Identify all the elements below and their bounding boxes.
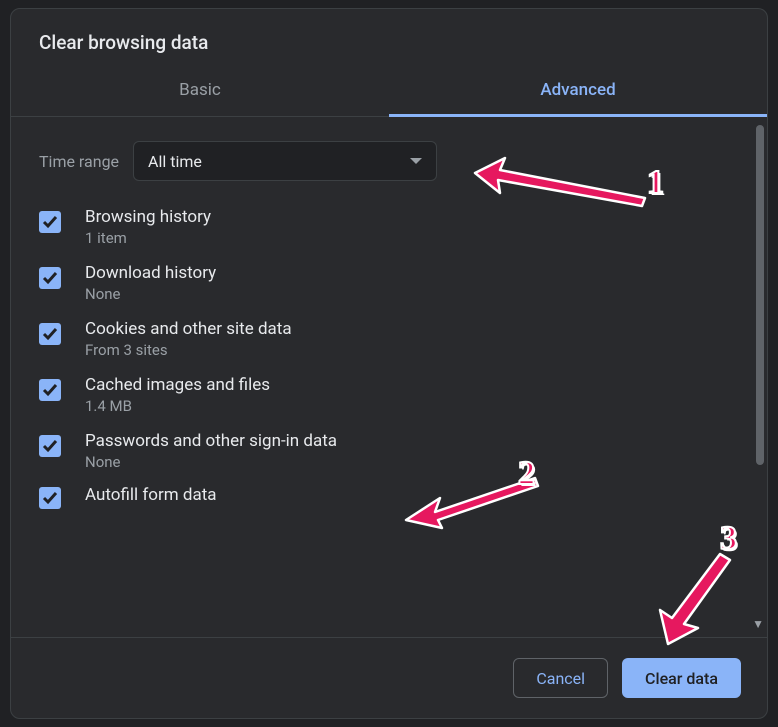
chevron-down-icon	[410, 158, 422, 164]
check-icon	[42, 214, 58, 230]
item-label: Autofill form data	[85, 485, 217, 505]
list-item: Autofill form data	[17, 479, 741, 509]
item-sub: From 3 sites	[85, 341, 292, 359]
item-text: Autofill form data	[85, 485, 217, 505]
item-sub: None	[85, 453, 337, 471]
item-text: Browsing history 1 item	[85, 207, 211, 247]
cancel-button[interactable]: Cancel	[513, 658, 608, 698]
list-item: Passwords and other sign-in data None	[17, 423, 741, 479]
check-icon	[42, 270, 58, 286]
item-label: Cookies and other site data	[85, 319, 292, 339]
tab-advanced-label: Advanced	[540, 80, 615, 100]
annotation-number-2: 2	[518, 455, 535, 493]
scrollbar-thumb[interactable]	[756, 125, 764, 465]
checkbox-cache[interactable]	[39, 379, 61, 401]
check-icon	[42, 438, 58, 454]
checkbox-passwords[interactable]	[39, 435, 61, 457]
scrollbar[interactable]: ▼	[756, 125, 764, 629]
item-text: Cached images and files 1.4 MB	[85, 375, 270, 415]
item-text: Download history None	[85, 263, 216, 303]
item-text: Cookies and other site data From 3 sites	[85, 319, 292, 359]
checkbox-autofill[interactable]	[39, 487, 61, 509]
tab-bar: Basic Advanced	[11, 64, 767, 117]
clear-data-button[interactable]: Clear data	[622, 658, 741, 698]
item-label: Cached images and files	[85, 375, 270, 395]
list-item: Cached images and files 1.4 MB	[17, 367, 741, 423]
check-icon	[42, 326, 58, 342]
item-sub: 1.4 MB	[85, 397, 270, 415]
time-range-select[interactable]: All time	[133, 141, 437, 181]
item-text: Passwords and other sign-in data None	[85, 431, 337, 471]
dialog-title: Clear browsing data	[11, 9, 767, 64]
tab-basic[interactable]: Basic	[11, 64, 389, 116]
checkbox-download-history[interactable]	[39, 267, 61, 289]
annotation-number-1: 1	[647, 164, 664, 202]
tab-basic-label: Basic	[179, 80, 221, 100]
item-label: Browsing history	[85, 207, 211, 227]
item-label: Passwords and other sign-in data	[85, 431, 337, 451]
time-range-label: Time range	[39, 152, 119, 171]
cancel-button-label: Cancel	[536, 669, 585, 688]
item-label: Download history	[85, 263, 216, 283]
checkbox-browsing-history[interactable]	[39, 211, 61, 233]
annotation-arrow-1	[470, 148, 650, 208]
check-icon	[42, 382, 58, 398]
item-sub: None	[85, 285, 216, 303]
list-item: Download history None	[17, 255, 741, 311]
annotation-arrow-3	[650, 548, 740, 648]
time-range-value: All time	[148, 152, 202, 171]
tab-advanced[interactable]: Advanced	[389, 64, 767, 116]
checkbox-cookies[interactable]	[39, 323, 61, 345]
clear-data-button-label: Clear data	[645, 669, 718, 688]
annotation-number-3: 3	[720, 520, 737, 558]
scroll-down-icon[interactable]: ▼	[752, 617, 764, 631]
dialog-footer: Cancel Clear data	[11, 638, 767, 718]
list-item: Cookies and other site data From 3 sites	[17, 311, 741, 367]
item-sub: 1 item	[85, 229, 211, 247]
check-icon	[42, 490, 58, 506]
